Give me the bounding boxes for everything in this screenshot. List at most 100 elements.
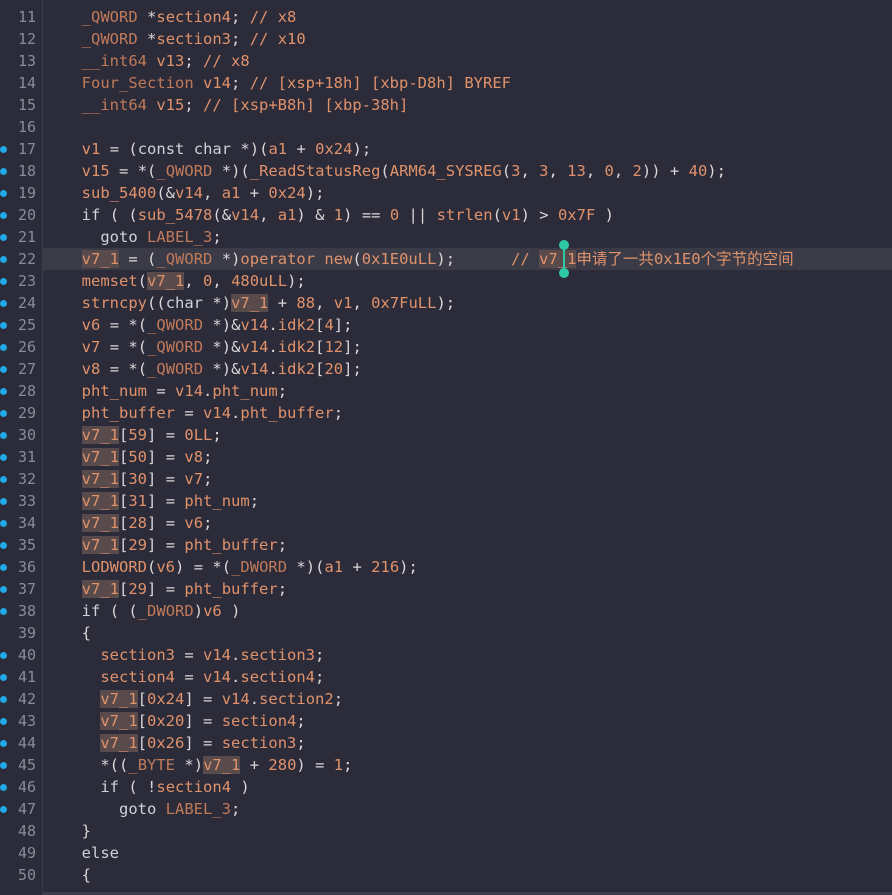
breakpoint-marker-icon[interactable] — [0, 520, 7, 527]
code-text: v7_1[28] = v6; — [81, 514, 213, 532]
breakpoint-marker-icon[interactable] — [0, 300, 7, 307]
breakpoint-marker-icon[interactable] — [0, 454, 7, 461]
code-text: v1 = (const char *)(a1 + 0x24); — [81, 140, 372, 158]
caret-bottom-handle[interactable] — [559, 268, 569, 278]
code-line[interactable]: 26 v7 = *(_QWORD *)&v14.idk2[12]; — [0, 336, 892, 358]
code-text: v6 = *(_QWORD *)&v14.idk2[4]; — [81, 316, 353, 334]
breakpoint-marker-icon[interactable] — [0, 476, 7, 483]
code-text: { — [81, 866, 92, 884]
breakpoint-marker-icon[interactable] — [0, 256, 7, 263]
code-line[interactable]: 37 v7_1[29] = pht_buffer; — [0, 578, 892, 600]
code-line[interactable]: 32 v7_1[30] = v7; — [0, 468, 892, 490]
code-line[interactable]: 41 section4 = v14.section4; — [0, 666, 892, 688]
code-line[interactable]: 21 goto LABEL_3; — [0, 226, 892, 248]
breakpoint-marker-icon[interactable] — [0, 234, 7, 241]
code-line[interactable]: 28 pht_num = v14.pht_num; — [0, 380, 892, 402]
breakpoint-marker-icon[interactable] — [0, 674, 7, 681]
line-number: 12 — [17, 30, 36, 48]
code-text: pht_buffer = v14.pht_buffer; — [81, 404, 344, 422]
code-line[interactable]: 24 strncpy((char *)v7_1 + 88, v1, 0x7FuL… — [0, 292, 892, 314]
code-line[interactable]: 47 goto LABEL_3; — [0, 798, 892, 820]
code-line[interactable]: 35 v7_1[29] = pht_buffer; — [0, 534, 892, 556]
breakpoint-marker-icon[interactable] — [0, 718, 7, 725]
code-line[interactable]: 16 — [18, 116, 892, 138]
breakpoint-marker-icon[interactable] — [0, 784, 7, 791]
code-text: v7_1 = (_QWORD *)operator new(0x1E0uLL);… — [81, 250, 794, 268]
code-line[interactable]: 43 v7_1[0x20] = section4; — [0, 710, 892, 732]
breakpoint-marker-icon[interactable] — [0, 740, 7, 747]
breakpoint-marker-icon[interactable] — [0, 608, 7, 615]
code-line[interactable]: 36 LODWORD(v6) = *(_DWORD *)(a1 + 216); — [0, 556, 892, 578]
line-number: 48 — [17, 822, 36, 840]
code-text: section4 = v14.section4; — [100, 668, 325, 686]
caret-top-handle[interactable] — [559, 240, 569, 250]
code-line[interactable]: 31 v7_1[50] = v8; — [0, 446, 892, 468]
breakpoint-marker-icon[interactable] — [0, 762, 7, 769]
breakpoint-marker-icon[interactable] — [0, 168, 7, 175]
code-text: } — [81, 822, 92, 840]
code-text: v7 = *(_QWORD *)&v14.idk2[12]; — [81, 338, 362, 356]
code-text: v15 = *(_QWORD *)(_ReadStatusReg(ARM64_S… — [81, 162, 726, 180]
breakpoint-marker-icon[interactable] — [0, 564, 7, 571]
code-line[interactable]: 34 v7_1[28] = v6; — [0, 512, 892, 534]
code-area[interactable]: 11 _QWORD *section4; // x8 12 _QWORD *sec… — [0, 6, 892, 886]
breakpoint-marker-icon[interactable] — [0, 366, 7, 373]
code-editor[interactable]: 11 _QWORD *section4; // x8 12 _QWORD *sec… — [0, 0, 892, 895]
code-line[interactable]: 30 v7_1[59] = 0LL; — [0, 424, 892, 446]
code-line[interactable]: 39 { — [18, 622, 892, 644]
code-line[interactable]: 12 _QWORD *section3; // x10 — [18, 28, 892, 50]
breakpoint-marker-icon[interactable] — [0, 212, 7, 219]
code-line[interactable]: 46 if ( !section4 ) — [0, 776, 892, 798]
code-text: goto LABEL_3; — [119, 800, 241, 818]
code-line[interactable]: 42 v7_1[0x24] = v14.section2; — [0, 688, 892, 710]
breakpoint-marker-icon[interactable] — [0, 278, 7, 285]
code-text: pht_num = v14.pht_num; — [81, 382, 288, 400]
code-text: if ( !section4 ) — [100, 778, 250, 796]
code-line[interactable]: 11 _QWORD *section4; // x8 — [18, 6, 892, 28]
code-line[interactable]: 49 else — [18, 842, 892, 864]
breakpoint-marker-icon[interactable] — [0, 696, 7, 703]
code-text: _QWORD *section4; // x8 — [81, 8, 297, 26]
breakpoint-marker-icon[interactable] — [0, 146, 7, 153]
code-text: __int64 v15; // [xsp+B8h] [xbp-38h] — [81, 96, 409, 114]
code-line[interactable]: 45 *((_BYTE *)v7_1 + 280) = 1; — [0, 754, 892, 776]
code-text: v7_1[0x24] = v14.section2; — [100, 690, 344, 708]
breakpoint-marker-icon[interactable] — [0, 344, 7, 351]
breakpoint-marker-icon[interactable] — [0, 498, 7, 505]
code-line[interactable]: 40 section3 = v14.section3; — [0, 644, 892, 666]
breakpoint-marker-icon[interactable] — [0, 586, 7, 593]
breakpoint-marker-icon[interactable] — [0, 410, 7, 417]
code-line[interactable]: 27 v8 = *(_QWORD *)&v14.idk2[20]; — [0, 358, 892, 380]
line-number: 49 — [17, 844, 36, 862]
line-number: 15 — [17, 96, 36, 114]
code-line[interactable]: 23 memset(v7_1, 0, 480uLL); — [0, 270, 892, 292]
line-number: 11 — [17, 8, 36, 26]
code-line[interactable]: 48 } — [18, 820, 892, 842]
code-line[interactable]: 22 v7_1 = (_QWORD *)operator new(0x1E0uL… — [0, 248, 892, 270]
breakpoint-marker-icon[interactable] — [0, 190, 7, 197]
breakpoint-marker-icon[interactable] — [0, 652, 7, 659]
code-line[interactable]: 25 v6 = *(_QWORD *)&v14.idk2[4]; — [0, 314, 892, 336]
code-line[interactable]: 44 v7_1[0x26] = section3; — [0, 732, 892, 754]
breakpoint-marker-icon[interactable] — [0, 432, 7, 439]
line-number: 50 — [17, 866, 36, 884]
code-line[interactable]: 18 v15 = *(_QWORD *)(_ReadStatusReg(ARM6… — [0, 160, 892, 182]
breakpoint-marker-icon[interactable] — [0, 542, 7, 549]
code-line[interactable]: 33 v7_1[31] = pht_num; — [0, 490, 892, 512]
breakpoint-marker-icon[interactable] — [0, 388, 7, 395]
code-line[interactable]: 20 if ( (sub_5478(&v14, a1) & 1) == 0 ||… — [0, 204, 892, 226]
code-line[interactable]: 38 if ( (_DWORD)v6 ) — [0, 600, 892, 622]
code-line[interactable]: 17 v1 = (const char *)(a1 + 0x24); — [0, 138, 892, 160]
code-line[interactable]: 13 __int64 v13; // x8 — [18, 50, 892, 72]
code-text: strncpy((char *)v7_1 + 88, v1, 0x7FuLL); — [81, 294, 456, 312]
code-line[interactable]: 14 Four_Section v14; // [xsp+18h] [xbp-D… — [18, 72, 892, 94]
breakpoint-marker-icon[interactable] — [0, 322, 7, 329]
code-line[interactable]: 29 pht_buffer = v14.pht_buffer; — [0, 402, 892, 424]
code-text: v8 = *(_QWORD *)&v14.idk2[20]; — [81, 360, 362, 378]
code-line[interactable]: 15 __int64 v15; // [xsp+B8h] [xbp-38h] — [18, 94, 892, 116]
code-line[interactable]: 19 sub_5400(&v14, a1 + 0x24); — [0, 182, 892, 204]
line-number: 13 — [17, 52, 36, 70]
code-text: else — [81, 844, 119, 862]
code-line[interactable]: 50 { — [18, 864, 892, 886]
breakpoint-marker-icon[interactable] — [0, 806, 7, 813]
